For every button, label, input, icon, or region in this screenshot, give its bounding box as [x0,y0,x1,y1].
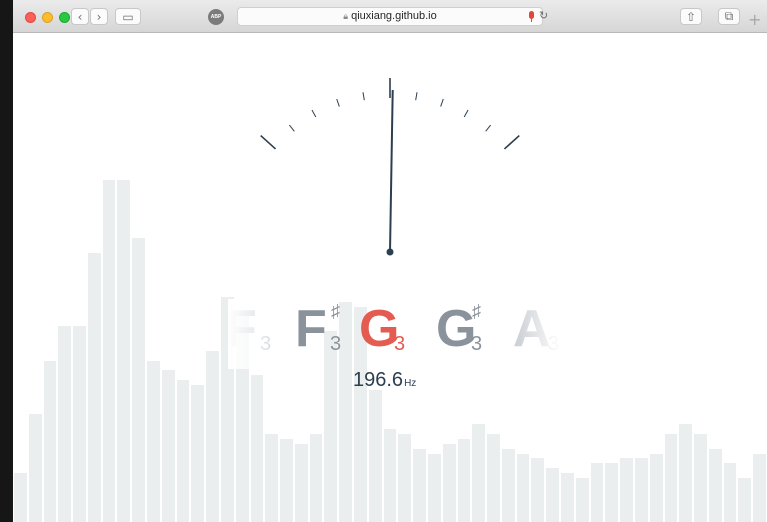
spectrum-bar [398,433,412,522]
spectrum-bar [294,443,308,522]
back-button[interactable]: ‹ [71,8,89,25]
address-bar[interactable]: 🔒︎ qiuxiang.github.io ↻ [237,7,548,26]
spectrum-bar [427,453,441,522]
tuner-meter [260,78,520,256]
forward-button[interactable]: › [90,8,108,25]
spectrum-bar [368,389,382,522]
spectrum-bar [161,370,175,522]
spectrum-bar [531,458,545,522]
spectrum-bar [753,453,766,522]
spectrum-bar [723,463,737,522]
spectrum-bar [546,468,560,522]
spectrum-bar [472,424,486,522]
frequency-readout: 196.6Hz [353,369,416,392]
share-button[interactable]: ⇧ [680,8,702,25]
spectrum-bar [28,414,42,522]
spectrum-bar [634,458,648,522]
spectrum-bar [664,433,678,522]
reload-icon[interactable]: ↻ [539,9,548,22]
spectrum-bar [413,448,426,522]
meter-tick [485,124,492,132]
spectrum-bar [191,385,205,522]
url-display: 🔒︎ qiuxiang.github.io [238,10,542,22]
spectrum-bar [679,424,693,522]
spectrum-bar [738,477,752,522]
zoom-window-button[interactable] [59,12,70,23]
new-tab-button[interactable]: + [748,12,761,28]
adblock-extension-button[interactable]: ABP [208,9,224,25]
spectrum-bar [708,448,722,522]
spectrum-bar [309,433,323,522]
spectrum-bar [501,448,515,522]
spectrum-bar [43,360,57,522]
spectrum-bar [487,433,500,522]
spectrum-bar [58,326,72,522]
sidebar-button[interactable]: ▭ [115,8,141,25]
frequency-unit: Hz [404,378,417,389]
spectrum-bar [457,438,471,522]
spectrum-bar [339,301,353,522]
spectrum-bar [590,463,604,522]
spectrum-bar [620,458,633,522]
spectrum-bar [176,380,190,522]
microphone-icon[interactable] [529,11,534,19]
sidebar-icon: ▭ [122,9,134,24]
microphone-stand [531,19,532,22]
spectrum-bar [383,429,397,522]
spectrum-bar [147,360,160,522]
spectrum-bar [206,350,219,522]
forward-icon: › [96,9,102,24]
needle-pivot [386,248,394,256]
spectrum-bar [605,463,619,522]
meter-tick [311,109,317,118]
frequency-value: 196.6 [353,369,404,391]
spectrum-bar [694,433,707,522]
spectrum-bar [265,433,279,522]
lock-icon: 🔒︎ [343,11,349,21]
spectrum-bar [354,306,367,522]
meter-scale [260,78,520,150]
minimize-window-button[interactable] [42,12,53,23]
meter-needle [389,90,394,253]
spectrum-bar [649,453,663,522]
meter-tick [362,92,365,101]
meter-tick [288,124,295,132]
browser-toolbar: ‹ › ▭ ABP 🔒︎ qiuxiang.github.io ↻ ⇧ ⧉ + [13,0,767,33]
meter-tick [260,134,277,150]
tabs-icon: ⧉ [724,9,734,23]
back-icon: ‹ [77,9,83,24]
browser-window: ‹ › ▭ ABP 🔒︎qiuxiang.github.io ↻ ⇧ ⧉ + [13,0,767,522]
tuner-page: F3F3♯G3G3♯A3 196.6Hz [13,33,767,522]
note-fade-left [228,299,298,369]
share-icon: ⇧ [685,9,697,24]
spectrum-bar [87,253,101,522]
meter-tick [440,98,444,107]
meter-tick [336,98,340,107]
spectrum-bar [575,477,589,522]
meter-tick [503,134,520,150]
url-text: qiuxiang.github.io [351,10,437,22]
meter-tick [415,92,418,101]
plus-icon: + [748,10,762,29]
close-window-button[interactable] [25,12,36,23]
adblock-label: ABP [210,14,222,20]
spectrum-bar [442,443,456,522]
spectrum-bar [516,453,530,522]
meter-tick [463,109,469,118]
spectrum-bar [561,473,574,522]
spectrum-bar [14,473,27,522]
spectrum-bar [280,438,293,522]
show-tabs-button[interactable]: ⧉ [718,8,740,25]
spectrum-bar [73,326,86,522]
spectrum-bar [324,331,338,522]
spectrum-bar [250,375,264,522]
note-fade-right [509,299,569,369]
